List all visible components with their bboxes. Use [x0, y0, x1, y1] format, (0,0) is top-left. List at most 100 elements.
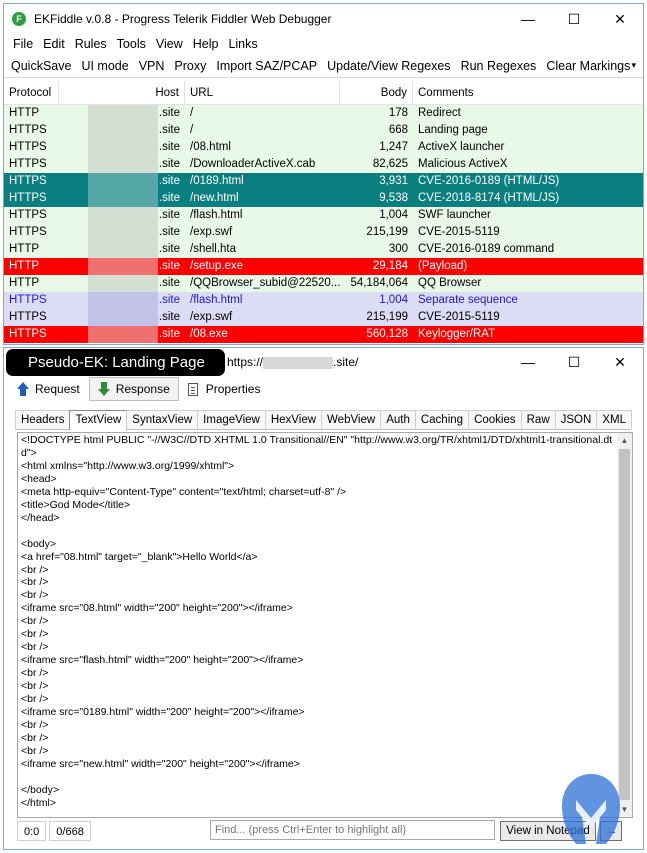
- tab-hexview[interactable]: HexView: [264, 410, 323, 429]
- session-body-size: 215,199: [366, 226, 408, 238]
- menu-file[interactable]: File: [8, 37, 38, 51]
- vpn-button[interactable]: VPN: [134, 59, 170, 73]
- scroll-up-icon[interactable]: ▲: [617, 433, 632, 448]
- column-host[interactable]: Host: [59, 80, 185, 105]
- tab-cookies[interactable]: Cookies: [468, 410, 522, 429]
- session-row[interactable]: HTTPS .site / 668 Landing page: [4, 122, 643, 139]
- session-protocol: HTTPS: [9, 175, 47, 187]
- tab-json[interactable]: JSON: [554, 410, 598, 429]
- title-bar[interactable]: F EKFiddle v.0.8 - Progress Telerik Fidd…: [4, 4, 643, 34]
- run-regexes-button[interactable]: Run Regexes: [456, 59, 542, 73]
- tab-request[interactable]: Request: [8, 377, 89, 401]
- update-view-regexes-button[interactable]: Update/View Regexes: [322, 59, 455, 73]
- session-row[interactable]: HTTP .site/QQBrowser_subid@22520... 54,184…: [4, 275, 643, 292]
- session-host: .site: [59, 241, 185, 258]
- menu-rules[interactable]: Rules: [70, 37, 112, 51]
- session-row[interactable]: HTTPS .site/new.html 9,538 CVE-2018-8174 (H…: [4, 190, 643, 207]
- menu-help[interactable]: Help: [188, 37, 224, 51]
- tab-response-label: Response: [115, 382, 170, 396]
- tab-syntaxview[interactable]: SyntaxView: [126, 410, 199, 429]
- session-row[interactable]: HTTPS .site/exp.swf 215,199 CVE-2015-5119: [4, 224, 643, 241]
- response-body-text[interactable]: <!DOCTYPE html PUBLIC "-//W3C//DTD XHTML…: [21, 434, 618, 810]
- window-title: EKFiddle v.0.8 - Progress Telerik Fiddle…: [34, 12, 332, 26]
- tab-auth[interactable]: Auth: [380, 410, 416, 429]
- proxy-button[interactable]: Proxy: [169, 59, 211, 73]
- session-row[interactable]: HTTPS .site/flash.html 1,004 SWF launcher: [4, 207, 643, 224]
- redacted-hostname: [88, 309, 158, 326]
- tab-properties-label: Properties: [205, 382, 261, 396]
- import-saz-pcap-button[interactable]: Import SAZ/PCAP: [211, 59, 322, 73]
- tab-request-label: Request: [35, 382, 80, 396]
- pane-maximize-button[interactable]: ☐: [551, 348, 597, 376]
- redacted-hostname: [88, 190, 158, 207]
- tab-response[interactable]: Response: [88, 377, 179, 401]
- tab-xml[interactable]: XML: [596, 410, 632, 429]
- tab-raw[interactable]: Raw: [520, 410, 556, 429]
- tab-webview[interactable]: WebView: [321, 410, 382, 429]
- toolbar-overflow-icon[interactable]: ▾: [626, 60, 641, 71]
- close-button[interactable]: ✕: [597, 4, 643, 34]
- session-comment: CVE-2015-5119: [418, 311, 500, 323]
- tab-caching[interactable]: Caching: [414, 410, 470, 429]
- host-suffix: .site: [158, 192, 180, 204]
- session-url: /exp.swf: [190, 226, 233, 238]
- session-protocol: HTTPS: [9, 226, 47, 238]
- scroll-thumb[interactable]: [619, 449, 630, 800]
- session-row[interactable]: HTTP .site / 178 Redirect: [4, 105, 643, 122]
- url-suffix: .site/: [333, 355, 359, 369]
- column-body[interactable]: Body: [340, 80, 413, 105]
- quicksave-button[interactable]: QuickSave: [6, 59, 76, 73]
- menu-links[interactable]: Links: [223, 37, 262, 51]
- host-suffix: .site: [158, 124, 180, 136]
- menu-tools[interactable]: Tools: [112, 37, 151, 51]
- tab-properties[interactable]: Properties: [179, 377, 270, 401]
- session-host: .site: [59, 190, 185, 207]
- session-body-size: 178: [388, 107, 408, 119]
- column-protocol[interactable]: Protocol: [4, 80, 59, 105]
- pane-title-bar[interactable]: Pseudo-EK: Landing Page https:// .site/ —…: [4, 348, 643, 376]
- maximize-button[interactable]: ☐: [551, 4, 597, 34]
- tab-headers[interactable]: Headers: [15, 410, 71, 429]
- clear-markings-button[interactable]: Clear Markings: [541, 59, 635, 73]
- pane-minimize-button[interactable]: —: [505, 348, 551, 376]
- column-comments[interactable]: Comments: [413, 81, 642, 105]
- session-row[interactable]: HTTPS .site/08.exe 560,128 Keylogger/RAT: [4, 326, 643, 343]
- session-row[interactable]: HTTPS .site/DownloaderActiveX.cab 82,625 Ma…: [4, 156, 643, 173]
- session-comment: (Payload): [418, 260, 468, 272]
- host-suffix: .site: [158, 175, 180, 187]
- session-row[interactable]: HTTPS .site/0189.html 3,931 CVE-2016-0189 (…: [4, 173, 643, 190]
- session-url: /08.exe: [190, 328, 228, 340]
- menu-view[interactable]: View: [151, 37, 188, 51]
- redacted-hostname: [88, 173, 158, 190]
- session-row[interactable]: HTTP .site/setup.exe 29,184 (Payload): [4, 258, 643, 275]
- pane-close-button[interactable]: ✕: [597, 348, 643, 376]
- redacted-hostname: [88, 241, 158, 258]
- session-host: .site: [59, 309, 185, 326]
- response-text-view[interactable]: <!DOCTYPE html PUBLIC "-//W3C//DTD XHTML…: [17, 432, 633, 818]
- session-comment: QQ Browser: [418, 277, 482, 289]
- session-row[interactable]: HTTPS .site/flash.html 1,004 Separate seque…: [4, 292, 643, 309]
- column-url[interactable]: URL: [185, 80, 340, 105]
- vertical-scrollbar[interactable]: ▲ ▼: [617, 433, 632, 817]
- redacted-hostname: [88, 207, 158, 224]
- tab-textview[interactable]: TextView: [69, 410, 128, 430]
- session-body-size: 54,184,064: [350, 277, 408, 289]
- host-suffix: .site: [158, 226, 180, 238]
- session-url: /QQBrowser_subid@22520...: [190, 277, 340, 289]
- find-input[interactable]: [210, 820, 495, 840]
- minimize-button[interactable]: —: [505, 4, 551, 34]
- pane-window-controls: — ☐ ✕: [505, 348, 643, 376]
- malwarebytes-logo-icon: [562, 774, 620, 844]
- session-row[interactable]: HTTPS .site/exp.swf 215,199 CVE-2015-5119: [4, 309, 643, 326]
- tab-imageview[interactable]: ImageView: [197, 410, 266, 429]
- session-row[interactable]: HTTPS .site/08.html 1,247 ActiveX launcher: [4, 139, 643, 156]
- redacted-hostname: [88, 122, 158, 139]
- host-suffix: .site: [158, 294, 180, 306]
- redacted-hostname: [88, 326, 158, 343]
- session-body-size: 1,247: [379, 141, 408, 153]
- menu-edit[interactable]: Edit: [38, 37, 70, 51]
- ui-mode-button[interactable]: UI mode: [76, 59, 133, 73]
- session-row[interactable]: HTTP .site/shell.hta 300 CVE-2016-0189 comm…: [4, 241, 643, 258]
- arrow-down-icon: [97, 382, 110, 396]
- session-url: /new.html: [190, 192, 239, 204]
